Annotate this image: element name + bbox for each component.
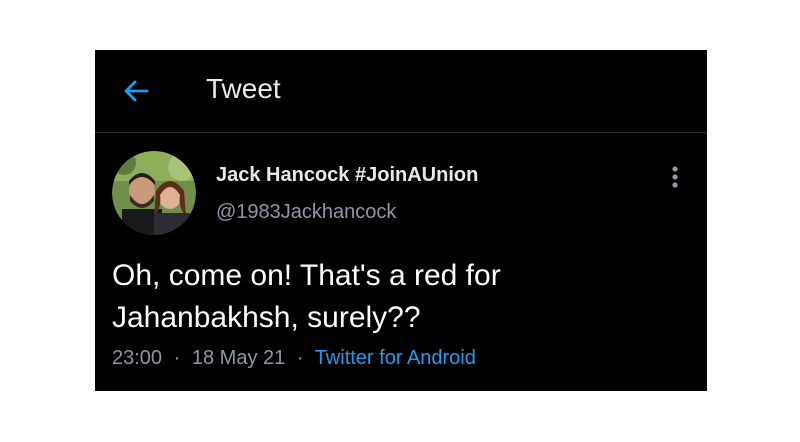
meta-separator: ·	[173, 347, 181, 369]
avatar[interactable]	[112, 151, 196, 235]
more-vertical-icon[interactable]	[661, 163, 689, 191]
tweet-date: 18 May 21	[191, 347, 286, 369]
tweet-screen: Tweet Jack Hancock #JoinAUnion @1983Jack…	[95, 50, 707, 391]
tweet-time: 23:00	[112, 347, 163, 369]
author-handle[interactable]: @1983Jackhancock	[216, 200, 396, 224]
avatar-photo	[112, 151, 196, 235]
page-title: Tweet	[206, 73, 281, 104]
arrow-left-icon[interactable]	[119, 74, 153, 108]
tweet-text: Oh, come on! That's a red for Jahanbakhs…	[112, 259, 501, 334]
tweet-source-link[interactable]: Twitter for Android	[315, 347, 476, 369]
meta-separator: ·	[296, 347, 304, 369]
author-display-name[interactable]: Jack Hancock #JoinAUnion	[216, 163, 478, 187]
top-bar: Tweet	[95, 50, 707, 133]
tweet-meta: 23:00 · 18 May 21 · Twitter for Android	[112, 345, 476, 371]
